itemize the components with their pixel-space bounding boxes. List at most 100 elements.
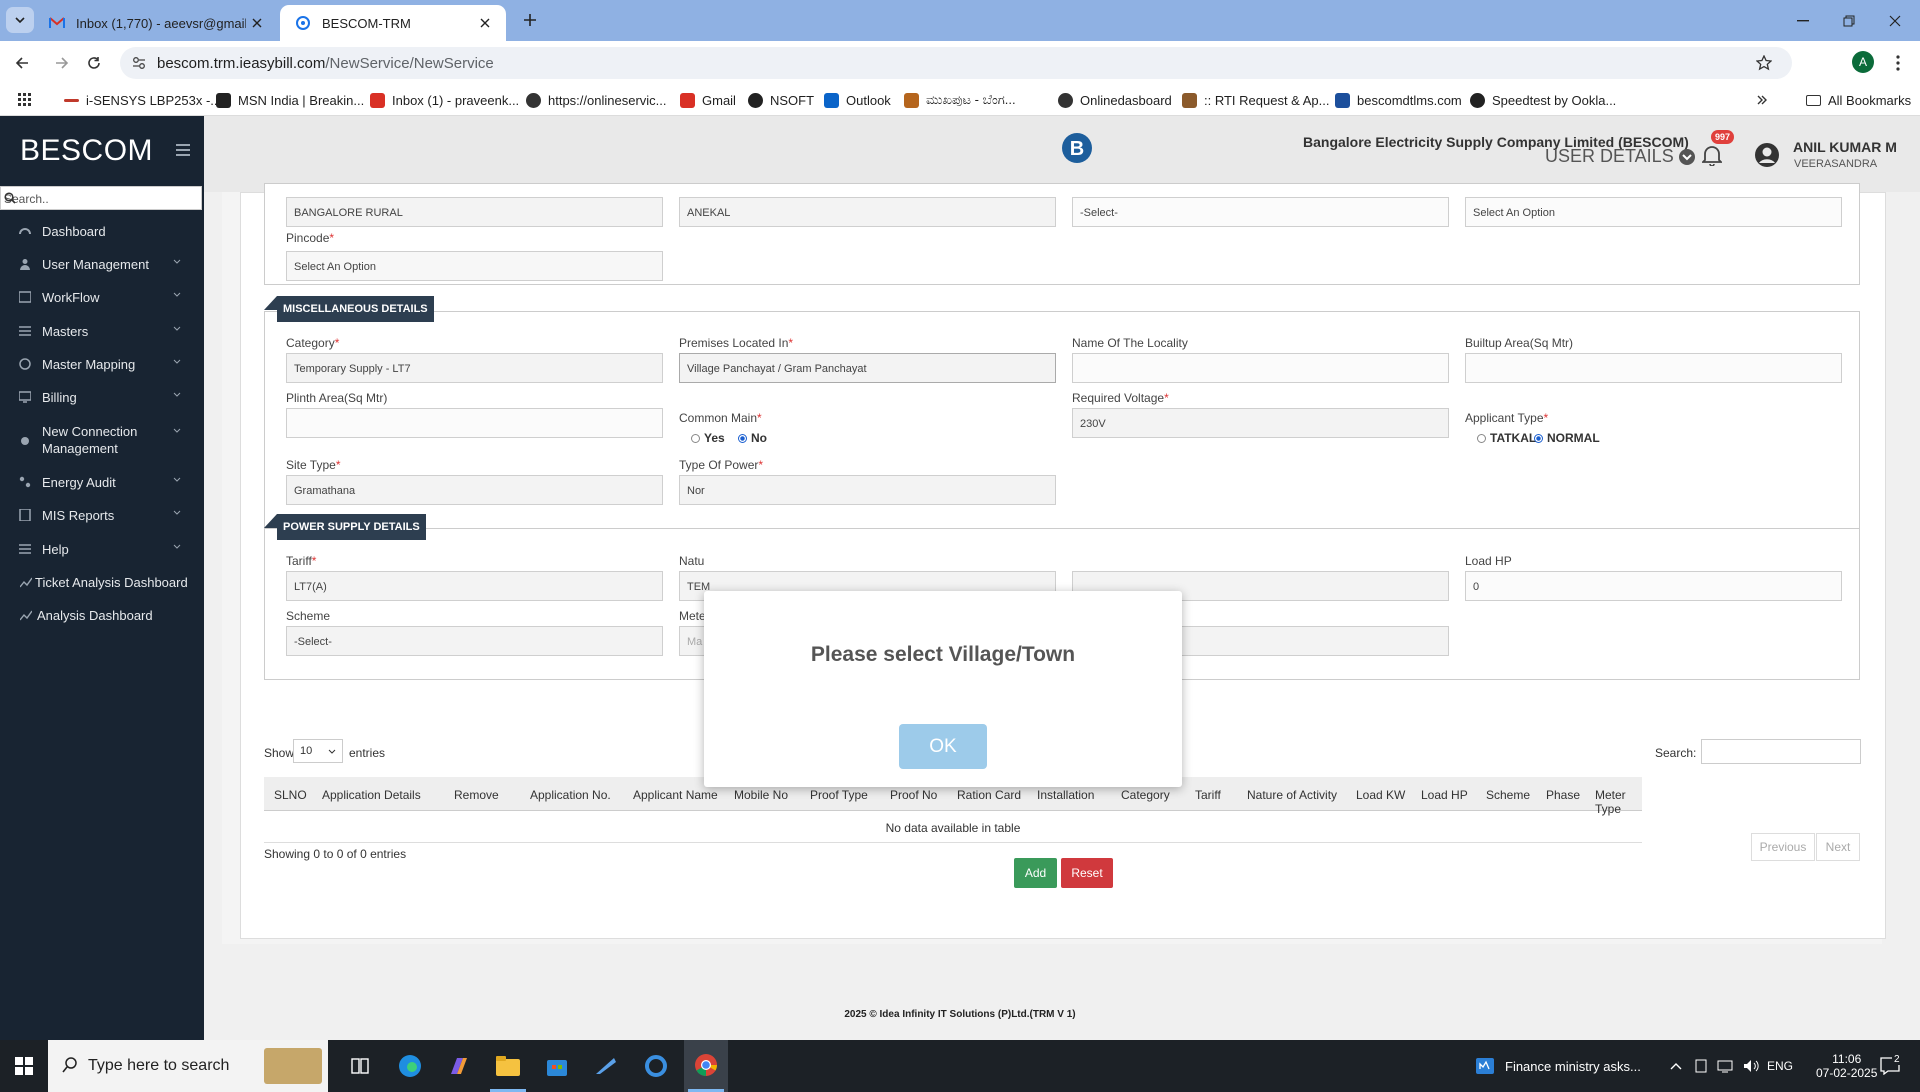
folder-icon (1806, 94, 1821, 106)
chevron-down-icon (173, 477, 181, 482)
tray-device-icon[interactable] (1694, 1040, 1708, 1092)
mapping-icon (19, 358, 31, 370)
bookmark-item[interactable]: MSN India | Breakin... (216, 90, 364, 110)
menu-button[interactable] (1884, 50, 1912, 76)
minimize-button[interactable] (1780, 0, 1826, 41)
tab-gmail[interactable]: Inbox (1,770) - aeevsr@gmail.com (34, 5, 278, 41)
alert-dialog: Please select Village/Town OK (704, 591, 1182, 787)
browser-tab-bar: Inbox (1,770) - aeevsr@gmail.com BESCOM-… (0, 0, 1920, 41)
clock[interactable]: 11:06 07-02-2025 (1816, 1040, 1877, 1092)
url-host: bescom.trm.ieasybill.com (157, 55, 326, 72)
language-indicator[interactable]: ENG (1767, 1040, 1793, 1092)
report-icon (19, 509, 31, 521)
gmail-icon (48, 14, 66, 32)
back-button[interactable] (8, 50, 36, 76)
url-field[interactable]: bescom.trm.ieasybill.com/NewService/NewS… (120, 47, 1792, 79)
bookmarks-bar: i-SENSYS LBP253x -... MSN India | Breaki… (0, 83, 1920, 116)
sidebar-item-master-mapping[interactable]: Master Mapping (0, 349, 204, 379)
network-icon[interactable] (1717, 1040, 1733, 1092)
sidebar-item-billing[interactable]: Billing (0, 382, 204, 412)
modal-overlay (204, 116, 1920, 1040)
bookmark-item[interactable]: Gmail (680, 90, 736, 110)
url-path: /NewService/NewService (325, 55, 494, 72)
bookmark-item[interactable]: bescomdtlms.com (1335, 90, 1462, 110)
news-icon (1476, 1058, 1494, 1074)
sidebar-item-analysis-dashboard[interactable]: Analysis Dashboard (0, 600, 204, 630)
chevron-up-icon[interactable] (1670, 1040, 1682, 1092)
bookmark-item[interactable]: :: RTI Request & Ap... (1182, 90, 1330, 110)
store-icon[interactable] (541, 1050, 573, 1082)
site-info-icon[interactable] (132, 56, 146, 70)
star-icon[interactable] (1756, 55, 1772, 71)
sidebar-item-workflow[interactable]: WorkFlow (0, 282, 204, 312)
app-logo: BESCOM (20, 134, 154, 167)
edge-icon[interactable] (394, 1050, 426, 1082)
profile-avatar[interactable]: A (1852, 51, 1874, 73)
chevron-down-icon (173, 428, 181, 433)
bookmark-item[interactable]: https://onlineservic... (526, 90, 667, 110)
chrome-icon (695, 1054, 717, 1076)
notification-center-icon[interactable]: 2 (1880, 1040, 1902, 1092)
bookmark-item[interactable]: NSOFT (748, 90, 814, 110)
file-explorer-icon[interactable] (492, 1050, 524, 1082)
sidebar-item-ticket-analysis[interactable]: Ticket Analysis Dashboard (0, 567, 204, 597)
sidebar-item-dashboard[interactable]: Dashboard (0, 216, 204, 246)
tab-title: BESCOM-TRM (322, 15, 411, 31)
bookmark-item[interactable]: i-SENSYS LBP253x -... (64, 90, 221, 110)
hamburger-icon[interactable] (176, 144, 190, 159)
chevron-down-icon (173, 259, 181, 264)
sidebar-item-masters[interactable]: Masters (0, 316, 204, 346)
volume-icon[interactable] (1743, 1040, 1759, 1092)
chevron-down-icon (173, 292, 181, 297)
sidebar-search-input[interactable]: Search.. (0, 186, 202, 210)
new-tab-button[interactable] (516, 7, 544, 33)
chart-icon (20, 610, 32, 621)
user-icon (20, 259, 30, 270)
sidebar-item-new-connection[interactable]: New Connection Management (0, 421, 204, 461)
kebab-icon (1896, 55, 1900, 71)
bookmark-item[interactable]: ಮುಖಪುಟ - ಬೆಂಗ... (904, 90, 1016, 110)
bookmark-item[interactable]: Speedtest by Ookla... (1470, 90, 1616, 110)
bookmark-item[interactable]: Inbox (1) - praveenk... (370, 90, 519, 110)
apps-icon[interactable] (18, 90, 32, 110)
chevron-right-icon[interactable] (1756, 90, 1768, 110)
sidebar-item-energy-audit[interactable]: Energy Audit (0, 467, 204, 497)
tab-title: Inbox (1,770) - aeevsr@gmail.com (76, 15, 246, 31)
sidebar-item-help[interactable]: Help (0, 534, 204, 564)
chevron-down-icon (173, 326, 181, 331)
app: BESCOM Search.. Dashboard User Managemen… (0, 116, 1920, 1040)
restore-button[interactable] (1826, 0, 1872, 41)
close-window-button[interactable] (1872, 0, 1918, 41)
tab-bescom[interactable]: BESCOM-TRM (280, 5, 506, 41)
forward-button[interactable] (48, 50, 76, 76)
taskbar-search-input[interactable]: Type here to search (48, 1040, 328, 1092)
workflow-icon (19, 291, 31, 303)
time: 11:06 (1832, 1052, 1862, 1066)
bookmark-item[interactable]: Outlook (824, 90, 891, 110)
close-icon[interactable] (476, 14, 494, 32)
windows-start-icon[interactable] (8, 1050, 40, 1082)
all-bookmarks[interactable]: All Bookmarks (1806, 90, 1911, 110)
chevron-down-icon (173, 359, 181, 364)
sidebar-item-user-management[interactable]: User Management (0, 249, 204, 279)
news-widget[interactable]: Finance ministry asks... (1476, 1040, 1641, 1092)
sidebar: BESCOM Search.. Dashboard User Managemen… (0, 116, 204, 1040)
sidebar-item-mis-reports[interactable]: MIS Reports (0, 500, 204, 530)
app-icon[interactable] (590, 1050, 622, 1082)
close-icon[interactable] (248, 14, 266, 32)
copilot-icon[interactable] (443, 1050, 475, 1082)
ok-button[interactable]: OK (899, 724, 987, 769)
search-icon[interactable] (4, 192, 197, 204)
bookmark-item[interactable]: Onlinedasboard (1058, 90, 1172, 110)
address-bar-row: bescom.trm.ieasybill.com/NewService/NewS… (0, 41, 1920, 83)
chevron-down-icon (173, 544, 181, 549)
search-highlight-image (264, 1048, 322, 1084)
chrome-taskbar-button[interactable] (684, 1040, 728, 1092)
internet-explorer-icon[interactable] (640, 1050, 672, 1082)
task-view-icon[interactable] (344, 1050, 376, 1082)
tab-search-button[interactable] (6, 7, 34, 33)
list-icon (19, 326, 31, 336)
arrow-right-icon (56, 57, 69, 69)
reload-button[interactable] (80, 50, 108, 76)
site-icon (294, 14, 312, 32)
